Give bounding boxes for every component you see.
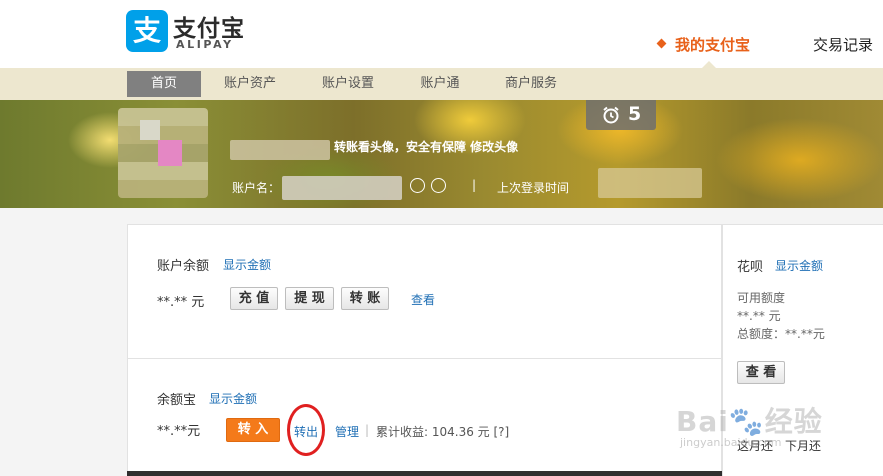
total-credit: 总额度：**.**元 — [737, 327, 825, 341]
cumulative-earnings: 累计收益: 104.36 元 [?] — [376, 425, 510, 439]
redacted-account-name — [282, 176, 402, 200]
watermark-url: jingyan.baidu.com — [680, 436, 782, 449]
main-nav: 首页 账户资产 账户设置 账户通 商户服务 — [0, 68, 883, 100]
modify-avatar-link[interactable]: 转账看头像，安全有保障 修改头像 — [334, 138, 518, 155]
available-credit-amount: **.** 元 — [737, 309, 781, 323]
my-alipay-label: 我的支付宝 — [675, 36, 751, 54]
phone-bound-icon[interactable] — [431, 178, 446, 193]
identity-verified-icon[interactable] — [410, 178, 425, 193]
logo-glyph: 支 — [132, 14, 161, 47]
baidu-jingyan-watermark: Bai🐾经验 — [676, 405, 823, 438]
balance-amount: **.** 元 — [157, 295, 205, 310]
yuebao-show-amount-link[interactable]: 显示金额 — [209, 390, 257, 407]
balance-show-amount-link[interactable]: 显示金额 — [223, 256, 271, 273]
top-header: 支 支付宝 ALIPAY 我的支付宝 交易记录 — [0, 0, 883, 68]
reminder-badge[interactable]: 5 — [586, 100, 656, 130]
recharge-button[interactable]: 充 值 — [230, 287, 278, 310]
transfer-in-button[interactable]: 转 入 — [226, 418, 280, 442]
last-login-label: 上次登录时间 — [497, 181, 570, 195]
avatar-pixel-block — [158, 140, 182, 166]
avatar-pixel-block — [140, 120, 160, 140]
available-credit-label: 可用额度 — [737, 291, 786, 305]
annotation-highlight-circle — [287, 404, 325, 456]
card-bottom-edge — [127, 471, 722, 476]
yuebao-amount: **.**元 — [157, 424, 201, 439]
nav-item-account-link[interactable]: 账户通 — [410, 71, 470, 97]
huabei-label: 花呗 — [737, 260, 764, 275]
huabei-view-button[interactable]: 查 看 — [737, 361, 785, 384]
separator: | — [472, 178, 477, 192]
balance-view-link[interactable]: 查看 — [411, 291, 435, 308]
separator: | — [365, 423, 370, 437]
redacted-last-login-time — [598, 168, 702, 198]
withdraw-button[interactable]: 提 现 — [285, 287, 334, 310]
my-alipay-link[interactable]: 我的支付宝 — [656, 34, 751, 55]
logo-wordmark-en: ALIPAY — [176, 38, 234, 51]
huabei-show-amount-link[interactable]: 显示金额 — [775, 257, 823, 274]
trade-records-link[interactable]: 交易记录 — [813, 34, 873, 55]
balance-label: 账户余额 — [157, 259, 210, 274]
nav-item-account-settings[interactable]: 账户设置 — [312, 71, 384, 97]
nav-item-account-assets[interactable]: 账户资产 — [214, 71, 286, 97]
reminder-count: 5 — [628, 103, 642, 125]
alarm-clock-icon — [603, 106, 619, 124]
nav-item-home[interactable]: 首页 — [127, 71, 201, 97]
active-section-caret-icon — [702, 61, 716, 68]
transfer-button[interactable]: 转 账 — [341, 287, 389, 310]
diamond-bullet-icon — [656, 38, 667, 49]
account-name-label: 账户名： — [232, 181, 281, 195]
alipay-logo-icon[interactable]: 支 — [126, 10, 168, 52]
manage-link[interactable]: 管理 — [335, 423, 359, 440]
nav-item-merchant-services[interactable]: 商户服务 — [496, 71, 566, 97]
redacted-username — [230, 140, 330, 160]
section-divider — [127, 358, 722, 359]
yuebao-label: 余额宝 — [157, 393, 197, 408]
